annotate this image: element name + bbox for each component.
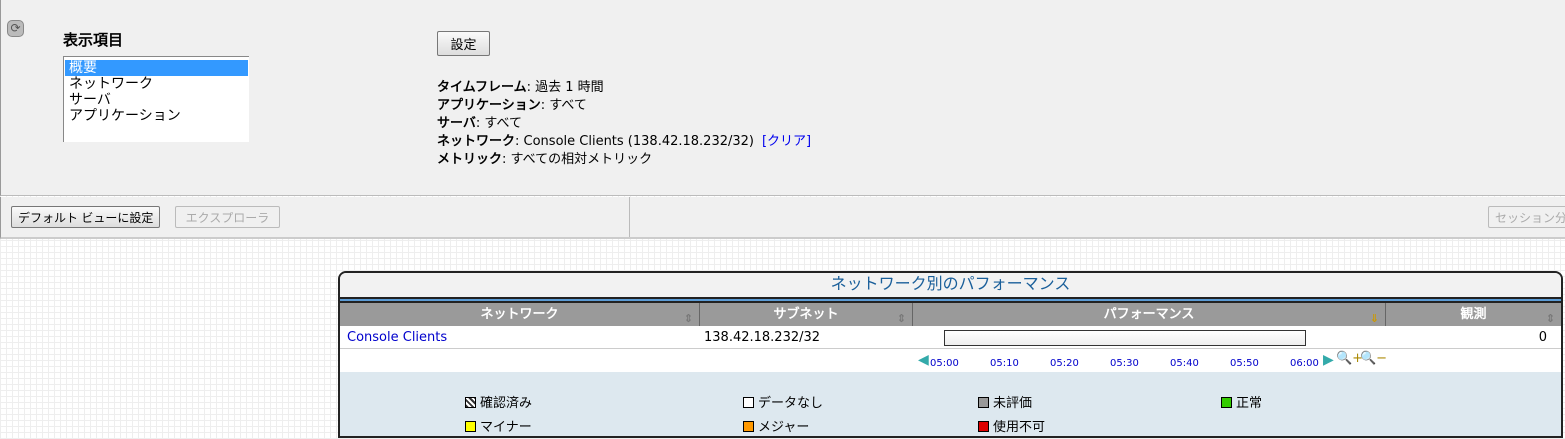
swatch-icon [743, 397, 754, 408]
panel-title: ネットワーク別のパフォーマンス [340, 273, 1561, 297]
list-item-network[interactable]: ネットワーク [65, 76, 248, 92]
column-label: パフォーマンス [1103, 307, 1195, 322]
timeframe-label: タイムフレーム [437, 80, 527, 95]
timeline-row: ◀ 05:00 05:10 05:20 05:30 05:40 05:50 06… [340, 350, 1561, 372]
legend-label: 使用不可 [993, 420, 1046, 435]
legend-label: データなし [758, 396, 824, 411]
list-item-overview[interactable]: 概要 [65, 60, 248, 76]
column-header-performance[interactable]: パフォーマンス ⇓ [913, 303, 1386, 326]
column-label: 観測 [1460, 307, 1487, 322]
network-link[interactable]: Console Clients [347, 330, 447, 345]
display-items-label: 表示項目 [63, 31, 124, 49]
zoom-out-icon[interactable]: 🔍− [1360, 351, 1387, 366]
column-label: サブネット [773, 307, 839, 322]
application-label: アプリケーション [437, 98, 541, 113]
list-item-application[interactable]: アプリケーション [65, 108, 248, 124]
set-button[interactable]: 設定 [437, 31, 490, 56]
legend-label: メジャー [758, 420, 810, 435]
clear-link[interactable]: [クリア] [762, 134, 811, 149]
legend-major: メジャー [743, 416, 809, 435]
tick-label: 06:00 [1290, 358, 1319, 369]
tick-label: 05:40 [1170, 358, 1199, 369]
network-performance-panel: ネットワーク別のパフォーマンス ネットワーク ⇕ サブネット ⇕ パフォーマンス ⇓ … [338, 271, 1563, 438]
timeline-next-icon[interactable]: ▶ [1323, 352, 1334, 368]
network-value: Console Clients (138.42.18.232/32) [523, 134, 754, 149]
legend-label: マイナー [480, 420, 532, 435]
hatch-swatch-icon [465, 397, 476, 408]
settings-panel: ⟳ 表示項目 概要 ネットワーク サーバ アプリケーション 設定 タイムフレーム… [0, 0, 1565, 196]
server-value: すべて [484, 116, 522, 131]
legend-normal: 正常 [1221, 392, 1262, 411]
column-header-observed[interactable]: 観測 ⇕ [1386, 303, 1561, 326]
toolbar-divider [629, 197, 630, 237]
status-legend: 確認済み データなし 未評価 正常 マイナー メジャー 使用不可 [340, 372, 1561, 436]
tick-label: 05:10 [990, 358, 1019, 369]
legend-label: 未評価 [993, 396, 1033, 411]
swatch-icon [743, 421, 754, 432]
timeline-prev-icon[interactable]: ◀ [918, 352, 929, 368]
legend-label: 正常 [1236, 396, 1263, 411]
performance-bar [944, 330, 1306, 346]
tick-label: 05:30 [1110, 358, 1139, 369]
tick-label: 05:50 [1230, 358, 1259, 369]
session-button[interactable]: セッション分 [1488, 206, 1565, 228]
swatch-icon [465, 421, 476, 432]
column-header-subnet[interactable]: サブネット ⇕ [700, 303, 913, 326]
table-row: Console Clients 138.42.18.232/32 0 [340, 326, 1561, 349]
column-label: ネットワーク [480, 307, 559, 322]
explorer-button[interactable]: エクスプローラ [175, 206, 280, 228]
list-item-server[interactable]: サーバ [65, 92, 248, 108]
legend-label: 確認済み [480, 396, 533, 411]
server-label: サーバ [437, 116, 476, 131]
legend-minor: マイナー [465, 416, 532, 435]
swatch-icon [978, 421, 989, 432]
network-label: ネットワーク [437, 134, 516, 149]
tick-label: 05:20 [1050, 358, 1079, 369]
swatch-icon [1221, 397, 1232, 408]
application-value: すべて [549, 98, 587, 113]
timeframe-value: 過去 1 時間 [535, 80, 604, 95]
refresh-icon[interactable]: ⟳ [7, 20, 24, 37]
tick-label: 05:00 [930, 358, 959, 369]
legend-no-data: データなし [743, 392, 823, 411]
legend-unevaluated: 未評価 [978, 392, 1032, 411]
observed-cell: 0 [1538, 330, 1547, 345]
metric-value: すべての相対メトリック [510, 152, 653, 167]
subnet-cell: 138.42.18.232/32 [704, 330, 821, 345]
toolbar: デフォルト ビューに設定 エクスプローラ セッション分 [0, 197, 1565, 239]
legend-unavailable: 使用不可 [978, 416, 1045, 435]
metric-label: メトリック [437, 152, 503, 167]
swatch-icon [978, 397, 989, 408]
column-header-network[interactable]: ネットワーク ⇕ [340, 303, 700, 326]
set-default-view-button[interactable]: デフォルト ビューに設定 [11, 206, 161, 228]
display-items-listbox[interactable]: 概要 ネットワーク サーバ アプリケーション [63, 56, 249, 142]
legend-acknowledged: 確認済み [465, 392, 532, 411]
filter-summary: タイムフレーム: 過去 1 時間 アプリケーション: すべて サーバ: すべて … [437, 80, 812, 167]
